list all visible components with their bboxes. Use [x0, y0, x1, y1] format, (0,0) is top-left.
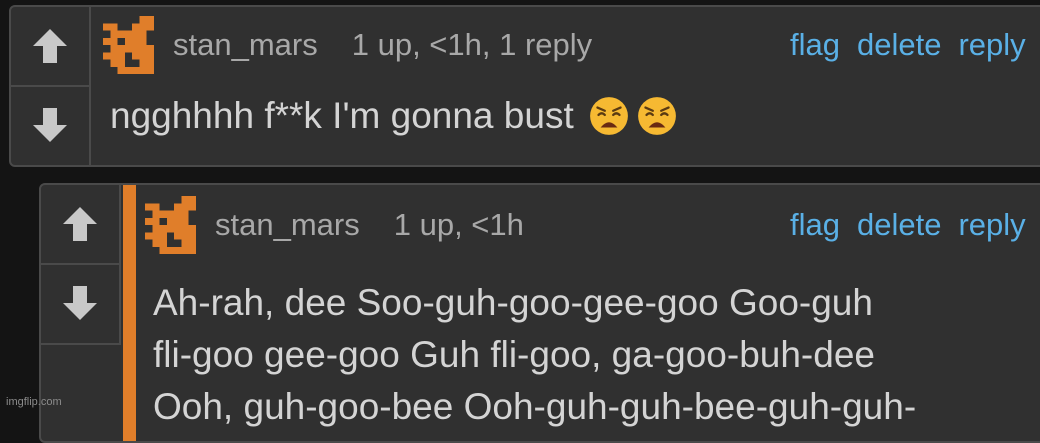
delete-link[interactable]: delete: [857, 27, 941, 63]
arrow-up-icon: [63, 207, 97, 241]
reply-link[interactable]: reply: [958, 207, 1025, 243]
vote-column: [11, 7, 91, 165]
watermark: imgflip.com: [6, 396, 62, 408]
comment-meta: 1 up, <1h, 1 reply: [351, 27, 593, 62]
reply-comment-card: stan_mars 1 up, <1h flag delete reply Ah…: [39, 183, 1040, 443]
comment-text-line: fli-goo gee-goo Guh fli-goo, ga-goo-buh-…: [153, 334, 875, 375]
comment-body: Ah-rah, dee Soo-guh-goo-gee-goo Goo-guh …: [153, 277, 1040, 433]
flag-link[interactable]: flag: [790, 207, 840, 243]
comment-body: ngghhhh f**k I'm gonna bust: [110, 95, 678, 137]
comment-header: stan_mars 1 up, <1h: [145, 195, 524, 255]
weary-face-icon: [589, 97, 628, 135]
downvote-button[interactable]: [41, 264, 119, 342]
downvote-button[interactable]: [11, 86, 89, 164]
avatar[interactable]: [145, 196, 203, 254]
weary-face-icon: [637, 97, 676, 135]
delete-link[interactable]: delete: [857, 207, 941, 243]
comment-text-line: Ooh, guh-goo-bee Ooh-guh-guh-bee-guh-guh…: [153, 386, 917, 427]
comment-text-line: Ah-rah, dee Soo-guh-goo-gee-goo Goo-guh: [153, 282, 873, 323]
upvote-button[interactable]: [41, 185, 119, 263]
comment-card: stan_mars 1 up, <1h, 1 reply flag delete…: [9, 5, 1040, 167]
username-link[interactable]: stan_mars: [173, 27, 318, 63]
comment-header: stan_mars 1 up, <1h, 1 reply: [103, 15, 592, 75]
flag-link[interactable]: flag: [790, 27, 840, 63]
comment-meta: 1 up, <1h: [393, 207, 524, 242]
username-link[interactable]: stan_mars: [215, 207, 360, 243]
arrow-up-icon: [33, 29, 67, 63]
arrow-down-icon: [33, 108, 67, 142]
vote-column: [41, 185, 121, 345]
comment-actions: flag delete reply: [790, 207, 1040, 243]
arrow-down-icon: [63, 286, 97, 320]
avatar[interactable]: [103, 16, 161, 74]
comment-actions: flag delete reply: [790, 27, 1040, 63]
comment-text: ngghhhh f**k I'm gonna bust: [110, 95, 574, 136]
reply-thread-bar: [123, 185, 136, 441]
upvote-button[interactable]: [11, 7, 89, 85]
reply-link[interactable]: reply: [958, 27, 1025, 63]
